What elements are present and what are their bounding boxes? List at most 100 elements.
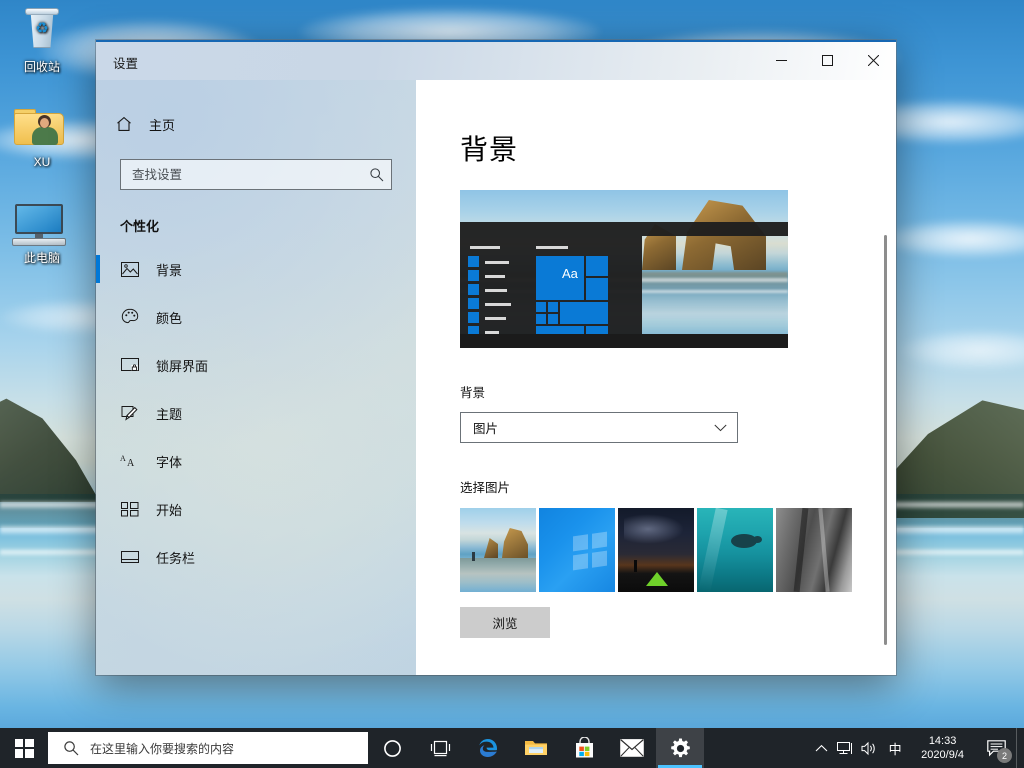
desktop-icon-recycle-bin[interactable]: ♻ 回收站 (2, 8, 82, 75)
background-dropdown[interactable]: 图片 (460, 412, 738, 443)
window-body: 主页 个性化 (96, 80, 896, 675)
palette-icon (120, 308, 139, 327)
microsoft-store-icon[interactable] (560, 728, 608, 768)
sidebar-item-label: 开始 (156, 500, 182, 519)
maximize-button[interactable] (804, 40, 850, 80)
edge-icon[interactable] (464, 728, 512, 768)
desktop-icon-label: XU (2, 155, 82, 170)
windows-logo-icon (15, 739, 34, 758)
clock[interactable]: 14:33 2020/9/4 (909, 728, 976, 768)
sidebar-item-colors[interactable]: 颜色 (96, 297, 416, 337)
preview-taskbar (460, 334, 788, 348)
content-scrollbar[interactable] (880, 80, 890, 675)
volume-icon[interactable] (857, 728, 881, 768)
start-button[interactable] (0, 728, 48, 768)
picture-thumbnail-row (460, 508, 896, 592)
file-explorer-icon[interactable] (512, 728, 560, 768)
recycle-bin-icon: ♻ (2, 8, 82, 56)
taskbar-icon (120, 548, 139, 567)
clock-time: 14:33 (929, 734, 957, 748)
task-view-icon[interactable] (416, 728, 464, 768)
sidebar-item-fonts[interactable]: A A 字体 (96, 441, 416, 481)
thumbnail-wharariki-beach[interactable] (460, 508, 536, 592)
mail-icon[interactable] (608, 728, 656, 768)
preview-tile-label: Aa (562, 266, 578, 281)
sidebar-item-label: 字体 (156, 452, 182, 471)
sidebar-item-taskbar[interactable]: 任务栏 (96, 537, 416, 577)
network-icon[interactable] (833, 728, 857, 768)
sidebar-item-label: 颜色 (156, 308, 182, 327)
start-tiles-icon (120, 500, 139, 519)
sidebar-item-themes[interactable]: 主题 (96, 393, 416, 433)
settings-content: 背景 (416, 80, 896, 675)
svg-text:A: A (127, 458, 135, 469)
settings-icon[interactable] (656, 728, 704, 768)
close-button[interactable] (850, 40, 896, 80)
desktop-icon-this-pc[interactable]: 此电脑 (2, 199, 82, 266)
close-icon (868, 55, 879, 66)
content-inner: 背景 (416, 80, 896, 675)
chevron-up-icon (815, 744, 828, 753)
desktop-icon-label: 回收站 (2, 60, 82, 75)
settings-sidebar: 主页 个性化 (96, 80, 416, 675)
sidebar-item-start[interactable]: 开始 (96, 489, 416, 529)
show-desktop-button[interactable] (1016, 728, 1024, 768)
sidebar-item-label: 背景 (156, 260, 182, 279)
preview-start-menu (460, 236, 642, 334)
notification-badge: 2 (997, 748, 1012, 763)
choose-picture-label: 选择图片 (460, 477, 896, 496)
search-input[interactable] (132, 168, 369, 182)
sidebar-item-label: 主题 (156, 404, 182, 423)
fit-label: 选择契合度 (460, 672, 896, 675)
search-icon (63, 740, 79, 756)
lock-screen-icon (120, 356, 139, 375)
thumbnail-rock-face-gray[interactable] (776, 508, 852, 592)
cloud-decor (880, 220, 1024, 258)
system-tray: 中 14:33 2020/9/4 2 (809, 728, 1024, 768)
taskbar-search-box[interactable]: 在这里输入你要搜索的内容 (48, 732, 368, 764)
sidebar-item-background[interactable]: 背景 (96, 249, 416, 289)
ime-indicator[interactable]: 中 (881, 728, 909, 768)
sidebar-category-title: 个性化 (96, 190, 416, 235)
browse-button[interactable]: 浏览 (460, 607, 550, 638)
maximize-icon (822, 55, 833, 66)
preview-start-header (460, 222, 788, 236)
paintbrush-icon (120, 404, 139, 423)
desktop-preview: Aa (460, 190, 788, 348)
search-icon[interactable] (369, 167, 384, 182)
settings-window: 设置 主页 (96, 40, 896, 675)
thumbnail-underwater-turtle[interactable] (697, 508, 773, 592)
page-title: 背景 (460, 128, 896, 168)
minimize-button[interactable] (758, 40, 804, 80)
this-pc-icon (2, 199, 82, 247)
scrollbar-thumb[interactable] (884, 235, 887, 645)
action-center-button[interactable]: 2 (976, 728, 1016, 768)
home-icon (115, 115, 133, 133)
svg-text:A: A (120, 454, 126, 463)
taskbar: 在这里输入你要搜索的内容 (0, 728, 1024, 768)
sidebar-item-label: 锁屏界面 (156, 356, 208, 375)
sidebar-item-label: 任务栏 (156, 548, 195, 567)
sidebar-search-wrap (96, 143, 416, 190)
window-title: 设置 (96, 40, 758, 80)
cloud-decor (900, 330, 1024, 370)
sidebar-item-home[interactable]: 主页 (96, 105, 416, 143)
cortana-icon[interactable] (368, 728, 416, 768)
cliff-left (0, 392, 100, 502)
sidebar-item-lock-screen[interactable]: 锁屏界面 (96, 345, 416, 385)
sidebar-home-label: 主页 (149, 115, 175, 134)
clock-date: 2020/9/4 (921, 748, 964, 762)
thumbnail-night-sky-tent[interactable] (618, 508, 694, 592)
picture-icon (120, 260, 139, 279)
desktop-icon-user-folder[interactable]: XU (2, 103, 82, 170)
sidebar-nav-list: 背景 颜色 (96, 249, 416, 577)
background-label: 背景 (460, 382, 896, 401)
show-hidden-icons-button[interactable] (809, 728, 833, 768)
search-box[interactable] (120, 159, 392, 190)
font-icon: A A (120, 452, 139, 471)
minimize-icon (776, 55, 787, 66)
taskbar-search-placeholder: 在这里输入你要搜索的内容 (90, 740, 234, 757)
window-title-bar[interactable]: 设置 (96, 40, 896, 80)
chevron-down-icon (714, 424, 727, 432)
thumbnail-windows-hero-blue[interactable] (539, 508, 615, 592)
